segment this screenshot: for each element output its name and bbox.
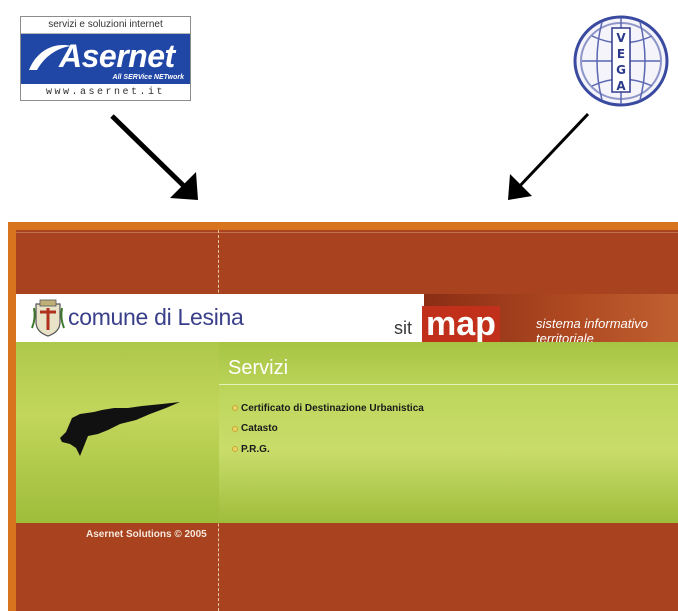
frame-left bbox=[8, 222, 16, 611]
menu-item-label[interactable]: Certificato di Destinazione Urbanistica bbox=[241, 403, 424, 414]
site-panel: comune di Lesina sit map sistema informa… bbox=[8, 222, 678, 611]
asernet-top-text: servizi e soluzioni internet bbox=[21, 17, 190, 34]
territory-map-icon bbox=[60, 402, 180, 456]
comune-crest-icon bbox=[31, 299, 65, 337]
bullet-icon bbox=[232, 405, 238, 411]
map-label: map bbox=[422, 306, 500, 342]
sit-label: sit bbox=[394, 318, 412, 338]
comune-name[interactable]: comune di Lesina bbox=[68, 304, 244, 331]
frame-top bbox=[8, 222, 678, 230]
asernet-name: Asernet bbox=[59, 38, 175, 74]
bullet-icon bbox=[232, 425, 238, 432]
bullet-icon bbox=[232, 446, 238, 452]
menu-item-label[interactable]: P.R.G. bbox=[241, 444, 270, 455]
vega-letter: G bbox=[616, 63, 626, 77]
services-menu: Certificato di Destinazione Urbanistica … bbox=[232, 398, 424, 460]
arrow-down-left-icon bbox=[508, 112, 590, 200]
vega-letter: A bbox=[616, 79, 626, 93]
vega-letter: V bbox=[616, 31, 626, 45]
vega-logo[interactable]: V E G A bbox=[572, 14, 670, 108]
asernet-tagline: All SERVice NETwork bbox=[112, 74, 184, 81]
servizi-underline bbox=[219, 384, 678, 385]
divider bbox=[16, 232, 678, 233]
asernet-logo[interactable]: servizi e soluzioni internet Asernet All… bbox=[20, 16, 191, 101]
copyright: Asernet Solutions © 2005 bbox=[86, 529, 207, 540]
vega-letter: E bbox=[617, 47, 625, 61]
services-title: Servizi bbox=[228, 357, 289, 379]
arrow-down-right-icon bbox=[110, 114, 198, 200]
menu-item-label[interactable]: Catasto bbox=[241, 423, 278, 434]
asernet-url: www.asernet.it bbox=[45, 87, 165, 98]
menu-item-prg[interactable]: P.R.G. bbox=[232, 439, 424, 459]
menu-item-certificato[interactable]: Certificato di Destinazione Urbanistica bbox=[232, 398, 424, 418]
asernet-banner: Asernet All SERVice NETwork bbox=[21, 34, 190, 84]
menu-item-catasto[interactable]: Catasto bbox=[232, 419, 424, 439]
